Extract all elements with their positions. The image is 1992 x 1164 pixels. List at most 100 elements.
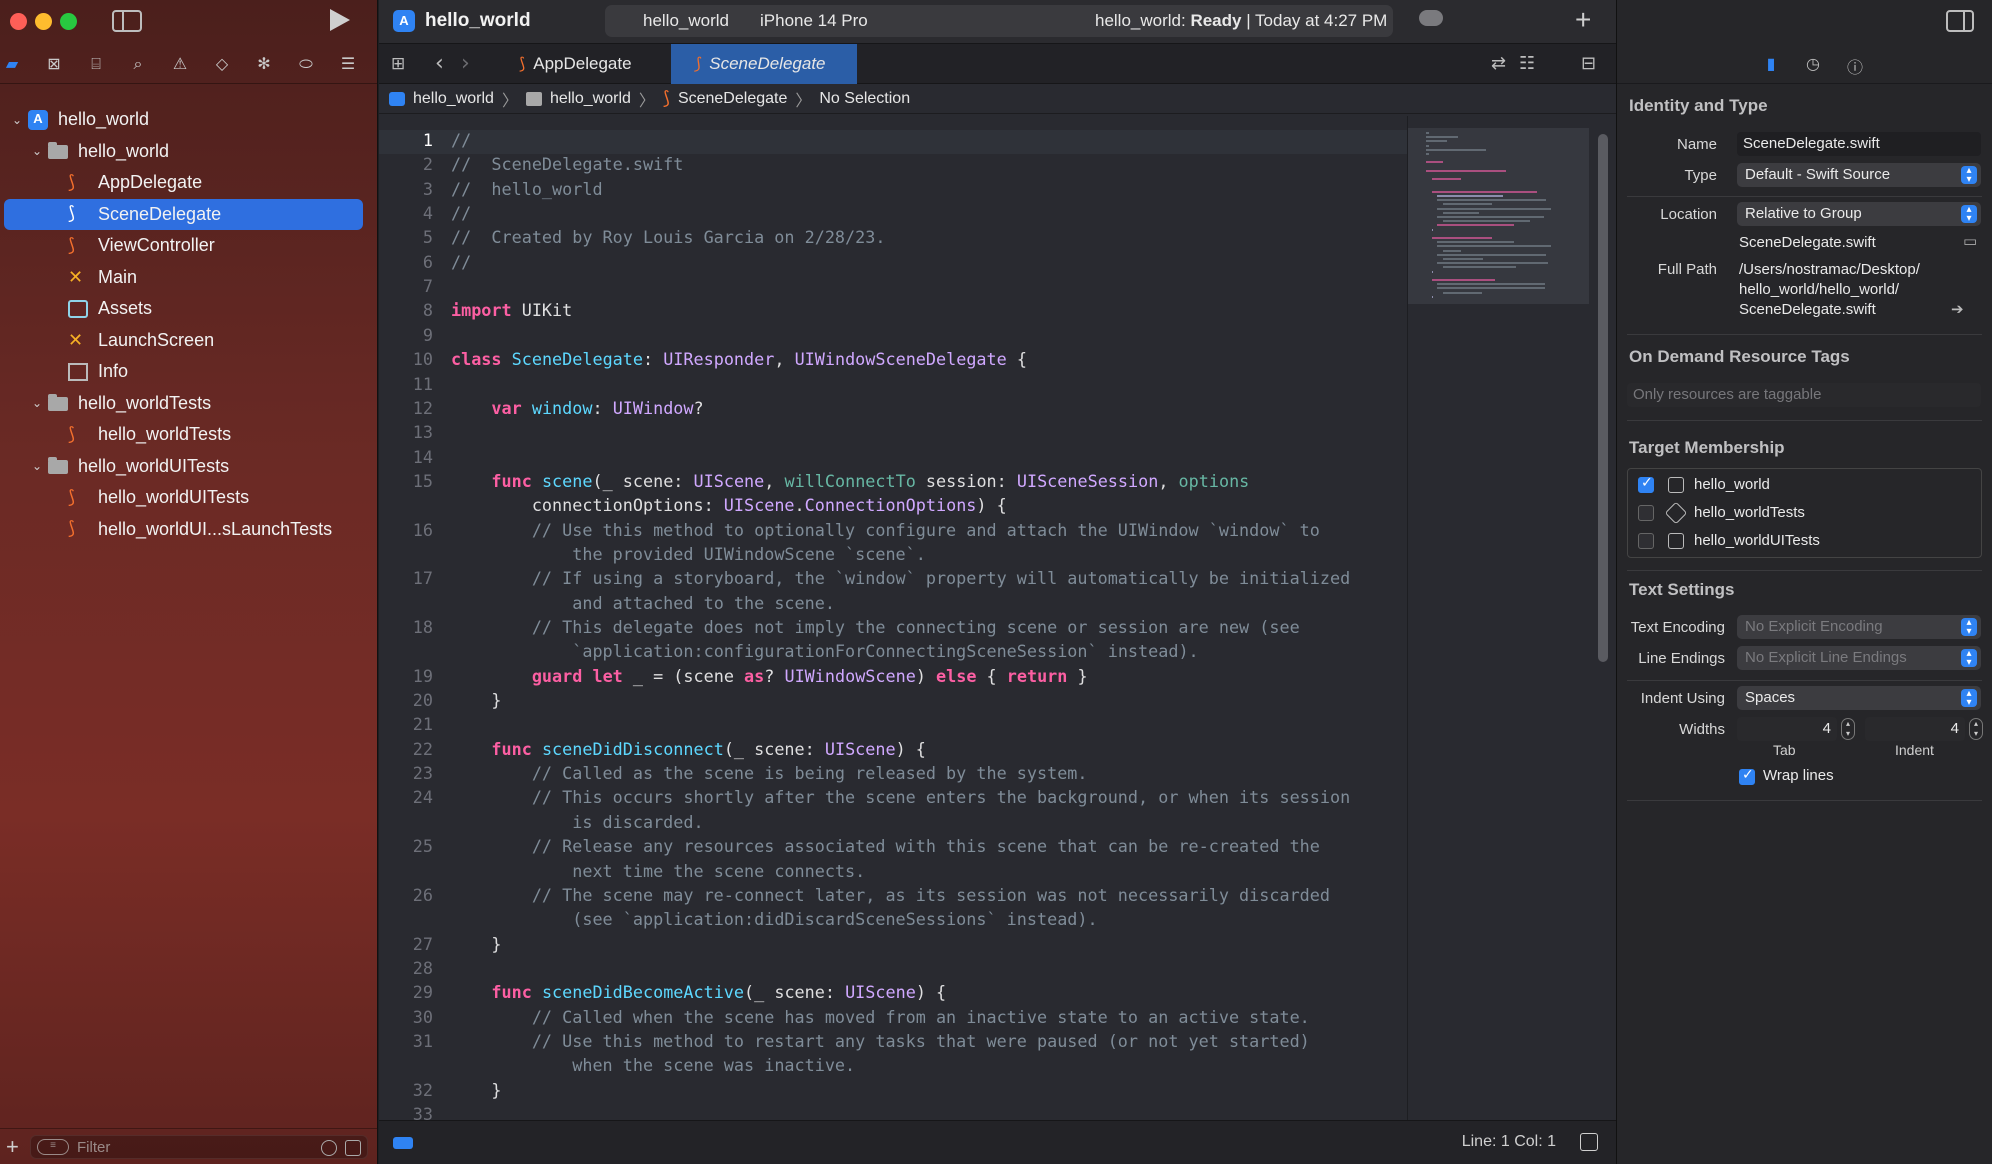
- run-button[interactable]: [330, 9, 350, 31]
- code-line[interactable]: when the scene was inactive.: [451, 1055, 855, 1075]
- target-hello-world-checkbox[interactable]: [1638, 475, 1654, 493]
- minimize-window-button[interactable]: [35, 13, 52, 30]
- code-line[interactable]: var window: UIWindow?: [451, 398, 703, 418]
- type-popup[interactable]: Default - Swift Source ▴ ▾: [1737, 163, 1981, 187]
- code-line[interactable]: // Created by Roy Louis Garcia on 2/28/2…: [451, 227, 885, 247]
- tab-scenedelegate[interactable]: ⟆ SceneDelegate: [671, 44, 857, 84]
- recent-files-icon[interactable]: [321, 1140, 337, 1156]
- symbol-navigator-icon[interactable]: ⌸: [86, 54, 106, 74]
- navigator-item[interactable]: ✕ LaunchScreen: [0, 325, 377, 357]
- indent-width-field[interactable]: 4: [1865, 717, 1965, 741]
- navigator-item[interactable]: ⟆ hello_worldTests: [0, 419, 377, 451]
- disclosure-chevron-icon[interactable]: ⌄: [30, 396, 44, 410]
- disclosure-chevron-icon[interactable]: ⌄: [30, 144, 44, 158]
- find-navigator-icon[interactable]: ⌕: [128, 54, 148, 74]
- quick-help-icon[interactable]: ⓘ: [1845, 54, 1865, 77]
- code-line[interactable]: // Release any resources associated with…: [451, 836, 1320, 856]
- close-window-button[interactable]: [10, 13, 27, 30]
- code-line[interactable]: // SceneDelegate.swift: [451, 154, 683, 174]
- zoom-window-button[interactable]: [60, 13, 77, 30]
- navigator-item[interactable]: ✕ Main: [0, 262, 377, 294]
- folder-icon[interactable]: ▭: [1963, 232, 1977, 250]
- code-line[interactable]: //: [451, 203, 471, 223]
- endings-popup[interactable]: No Explicit Line Endings ▴ ▾: [1737, 646, 1981, 670]
- code-line[interactable]: //: [451, 130, 471, 150]
- tab-width-stepper[interactable]: ▴ ▾: [1841, 718, 1855, 740]
- source-editor[interactable]: 1 // 2 // SceneDelegate.swift 3 // hello_worl…: [379, 116, 1407, 1120]
- navigator-item[interactable]: ⟆ hello_worldUI...sLaunchTests: [0, 514, 377, 546]
- code-line[interactable]: // This occurs shortly after the scene e…: [451, 787, 1350, 807]
- code-line[interactable]: func scene(_ scene: UIScene, willConnect…: [451, 471, 1249, 491]
- code-line[interactable]: `application:configurationForConnectingS…: [451, 641, 1198, 661]
- breakpoint-toggle-icon[interactable]: [393, 1137, 413, 1149]
- code-line[interactable]: func sceneDidBecomeActive(_ scene: UISce…: [451, 982, 946, 1002]
- debug-area-toggle-icon[interactable]: [1580, 1133, 1598, 1151]
- location-popup[interactable]: Relative to Group ▴ ▾: [1737, 202, 1981, 226]
- wrap-lines-checkbox[interactable]: [1739, 767, 1755, 785]
- report-navigator-icon[interactable]: ☰: [338, 54, 358, 74]
- refresh-icon[interactable]: ⇄: [1491, 53, 1506, 74]
- encoding-popup[interactable]: No Explicit Encoding ▴ ▾: [1737, 615, 1981, 639]
- test-navigator-icon[interactable]: ◇: [212, 54, 232, 74]
- code-line[interactable]: (see `application:didDiscardSceneSession…: [451, 909, 1097, 929]
- vertical-scrollbar[interactable]: [1598, 134, 1608, 662]
- code-line[interactable]: // hello_world: [451, 179, 603, 199]
- navigator-item[interactable]: ⟆ AppDelegate: [0, 167, 377, 199]
- code-line[interactable]: }: [451, 1080, 501, 1100]
- disclosure-chevron-icon[interactable]: ⌄: [30, 459, 44, 473]
- indent-using-popup[interactable]: Spaces ▴ ▾: [1737, 686, 1981, 710]
- code-line[interactable]: }: [451, 690, 501, 710]
- code-line[interactable]: // Use this method to optionally configu…: [451, 520, 1320, 540]
- forward-chevron-icon[interactable]: ›: [461, 51, 470, 76]
- reveal-arrow-icon[interactable]: ➔: [1951, 300, 1964, 318]
- code-line[interactable]: func sceneDidDisconnect(_ scene: UIScene…: [451, 739, 925, 759]
- history-inspector-icon[interactable]: ◷: [1803, 54, 1823, 74]
- code-line[interactable]: the provided UIWindowScene `scene`.: [451, 544, 926, 564]
- filter-options-icon[interactable]: ≡: [37, 1139, 69, 1155]
- project-navigator-icon[interactable]: ▰: [2, 54, 22, 74]
- code-line[interactable]: guard let _ = (scene as? UIWindowScene) …: [451, 666, 1088, 686]
- code-line[interactable]: is discarded.: [451, 812, 703, 832]
- disclosure-chevron-icon[interactable]: ⌄: [10, 113, 24, 127]
- code-line[interactable]: // Use this method to restart any tasks …: [451, 1031, 1310, 1051]
- add-file-icon[interactable]: +: [6, 1134, 19, 1160]
- name-field[interactable]: SceneDelegate.swift: [1737, 132, 1981, 156]
- code-line[interactable]: }: [451, 934, 501, 954]
- cloud-icon[interactable]: [1419, 10, 1443, 26]
- code-line[interactable]: // This delegate does not imply the conn…: [451, 617, 1300, 637]
- code-line[interactable]: // Called when the scene has moved from …: [451, 1007, 1310, 1027]
- minimap[interactable]: [1407, 116, 1589, 1120]
- navigator-item[interactable]: Info: [0, 356, 377, 388]
- navigator-item[interactable]: ⌄ hello_worldTests: [0, 388, 377, 420]
- navigator-item[interactable]: Assets: [0, 293, 377, 325]
- code-line[interactable]: class SceneDelegate: UIResponder, UIWind…: [451, 349, 1027, 369]
- breakpoint-navigator-icon[interactable]: ⬭: [296, 54, 316, 74]
- add-editor-icon[interactable]: ⊟: [1581, 53, 1596, 74]
- editor-options-icon[interactable]: ☷: [1519, 53, 1535, 74]
- filter-field[interactable]: ≡ Filter: [30, 1135, 368, 1159]
- device-selector[interactable]: iPhone 14 Pro: [760, 11, 868, 31]
- code-line[interactable]: // If using a storyboard, the `window` p…: [451, 568, 1350, 588]
- scheme-selector[interactable]: hello_world: [643, 11, 729, 31]
- tab-width-field[interactable]: 4: [1737, 717, 1837, 741]
- sidebar-toggle-icon[interactable]: [112, 10, 142, 32]
- code-line[interactable]: // The scene may re-connect later, as it…: [451, 885, 1330, 905]
- target-uitests-checkbox[interactable]: [1638, 533, 1654, 549]
- file-inspector-icon[interactable]: ▮: [1761, 54, 1781, 74]
- code-line[interactable]: //: [451, 252, 471, 272]
- jump-file[interactable]: ⟆ SceneDelegate: [663, 89, 787, 108]
- debug-navigator-icon[interactable]: ✻: [254, 54, 274, 74]
- navigator-item[interactable]: ⟆ SceneDelegate: [4, 198, 363, 230]
- navigator-item[interactable]: ⟆ ViewController: [0, 230, 377, 262]
- navigator-item[interactable]: ⌄ hello_world: [0, 104, 377, 136]
- navigator-item[interactable]: ⌄ hello_worldUITests: [0, 451, 377, 483]
- library-plus-icon[interactable]: +: [1575, 4, 1591, 36]
- back-chevron-icon[interactable]: ‹: [435, 51, 444, 76]
- jump-project[interactable]: hello_world: [389, 90, 494, 108]
- inspector-toggle-icon[interactable]: [1946, 10, 1974, 32]
- indent-width-stepper[interactable]: ▴ ▾: [1969, 718, 1983, 740]
- scm-filter-icon[interactable]: [345, 1140, 361, 1156]
- code-line[interactable]: import UIKit: [451, 300, 572, 320]
- related-items-icon[interactable]: ⊞: [391, 54, 405, 74]
- navigator-item[interactable]: ⌄ hello_world: [0, 136, 377, 168]
